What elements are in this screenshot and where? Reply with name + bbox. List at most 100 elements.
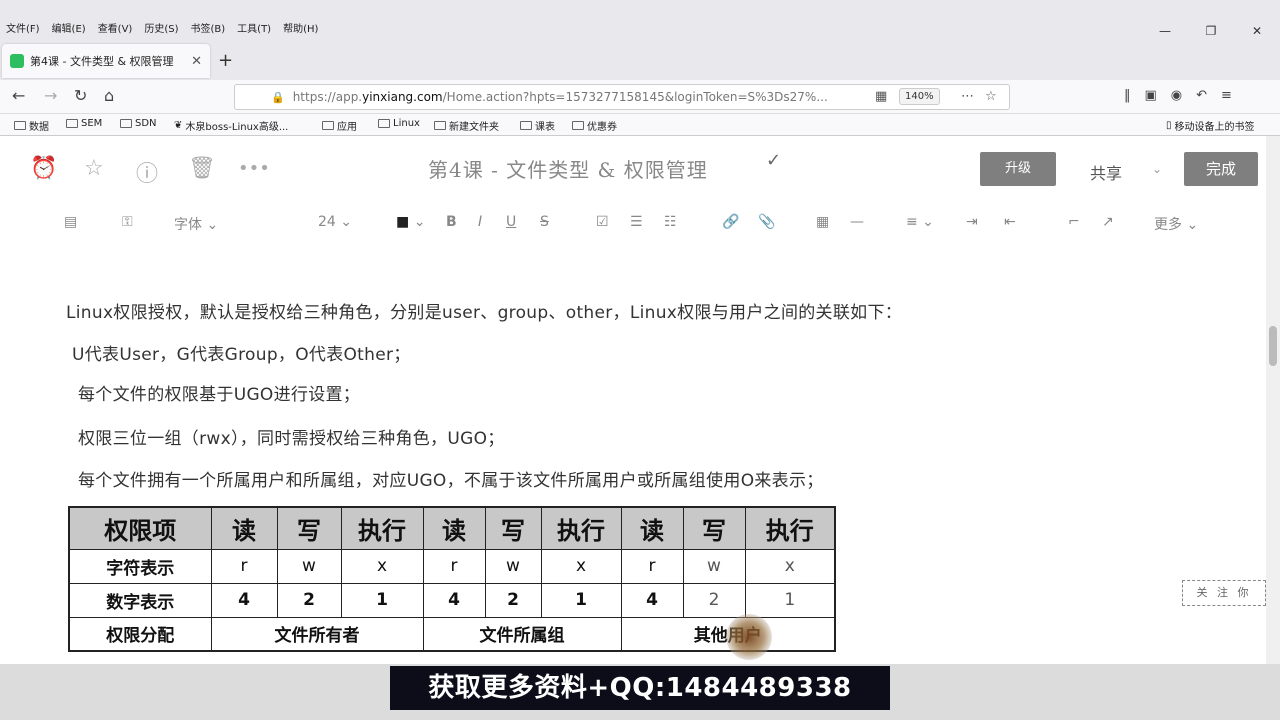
horizontal-rule-icon[interactable]: — bbox=[850, 214, 864, 230]
share-dropdown-icon[interactable]: ⌄ bbox=[1152, 162, 1162, 176]
font-family-select[interactable]: 字体 ⌄ bbox=[174, 214, 218, 234]
bookmark-label: 课表 bbox=[535, 122, 555, 133]
library-icon[interactable]: ‖ bbox=[1124, 88, 1131, 103]
shortcut-star-icon[interactable]: ☆ bbox=[84, 156, 104, 181]
minimize-button[interactable]: — bbox=[1142, 24, 1188, 38]
table-header-cell: 读 bbox=[620, 506, 684, 550]
table-cell: w bbox=[682, 548, 746, 584]
toolbar-right: ‖ ▣ ◉ ↶ ≡ bbox=[1124, 88, 1232, 103]
subscript-icon[interactable]: ⌐ bbox=[1068, 214, 1080, 230]
menu-history[interactable]: 历史(S) bbox=[144, 20, 178, 35]
back-icon[interactable]: ← bbox=[12, 86, 25, 105]
share-button[interactable]: 共享 bbox=[1090, 160, 1122, 184]
permission-table: 权限项 读 写 执行 读 写 执行 读 写 执行 字符表示 r w x r w … bbox=[68, 506, 836, 652]
table-cell: 4 bbox=[210, 582, 278, 618]
menu-edit[interactable]: 编辑(E) bbox=[52, 20, 86, 35]
menu-help[interactable]: 帮助(H) bbox=[283, 20, 318, 35]
underline-icon[interactable]: U bbox=[506, 214, 516, 230]
attach-icon[interactable]: 📎 bbox=[758, 214, 775, 230]
bookmark-label: 应用 bbox=[337, 122, 357, 133]
window-controls: — ❐ ✕ bbox=[1142, 24, 1280, 38]
reminder-icon[interactable]: ⏰ bbox=[30, 156, 57, 181]
italic-icon[interactable]: I bbox=[478, 214, 482, 230]
menu-view[interactable]: 查看(V) bbox=[98, 20, 133, 35]
attachment-lock-icon[interactable]: ⚿ bbox=[122, 214, 133, 230]
font-size-select[interactable]: 24 ⌄ bbox=[318, 214, 352, 230]
menu-bar: 文件(F) 编辑(E) 查看(V) 历史(S) 书签(B) 工具(T) 帮助(H… bbox=[0, 0, 1280, 42]
note-title[interactable]: 第4课 - 文件类型 & 权限管理 bbox=[428, 154, 708, 183]
sidebar-icon[interactable]: ▣ bbox=[1145, 88, 1157, 103]
strikethrough-icon[interactable]: S bbox=[540, 214, 549, 230]
tab-note[interactable]: 第4课 - 文件类型 & 权限管理 ✕ bbox=[2, 44, 210, 78]
forward-icon[interactable]: → bbox=[44, 86, 57, 105]
menu-bookmarks[interactable]: 书签(B) bbox=[191, 20, 226, 35]
bullet-list-icon[interactable]: ☰ bbox=[630, 214, 643, 230]
account-icon[interactable]: ◉ bbox=[1171, 88, 1182, 103]
menu-tools[interactable]: 工具(T) bbox=[237, 20, 271, 35]
reload-icon[interactable]: ↻ bbox=[74, 86, 87, 105]
mobile-bookmarks-label: 移动设备上的书签 bbox=[1174, 122, 1255, 133]
table-cell: x bbox=[744, 548, 836, 584]
template-icon[interactable]: ▤ bbox=[64, 214, 77, 230]
folder-icon bbox=[520, 121, 532, 130]
evernote-favicon-icon bbox=[10, 54, 24, 68]
table-header-cell: 写 bbox=[682, 506, 746, 550]
bookmark-item[interactable]: 新建文件夹 bbox=[434, 118, 499, 133]
upgrade-button[interactable]: 升级 bbox=[980, 152, 1056, 186]
link-icon[interactable]: 🔗 bbox=[722, 214, 739, 230]
note-toolbar: ⏰ ☆ ⓘ 🗑 ••• 第4课 - 文件类型 & 权限管理 ✓ 升级 共享 ⌄ … bbox=[0, 136, 1266, 200]
tab-close-icon[interactable]: ✕ bbox=[191, 54, 202, 69]
align-icon[interactable]: ≡ ⌄ bbox=[906, 214, 934, 230]
undo-icon[interactable]: ↶ bbox=[1196, 88, 1207, 103]
address-bar[interactable]: 🔒 https://app. yinxiang.com/Home.action?h… bbox=[234, 84, 1010, 110]
page-actions-icon[interactable]: ⋯ bbox=[961, 89, 974, 104]
superscript-icon[interactable]: ↗ bbox=[1102, 214, 1114, 230]
menu-file[interactable]: 文件(F) bbox=[6, 20, 40, 35]
bold-icon[interactable]: B bbox=[446, 214, 457, 230]
bookmark-item[interactable]: SEM bbox=[66, 118, 102, 129]
table-header-row: 权限项 读 写 执行 读 写 执行 读 写 执行 bbox=[68, 506, 836, 550]
table-cell: 1 bbox=[340, 582, 424, 618]
restore-button[interactable]: ❐ bbox=[1188, 24, 1234, 38]
table-cell: 2 bbox=[682, 582, 746, 618]
more-options-icon[interactable]: ••• bbox=[238, 158, 270, 179]
bookmark-star-icon[interactable]: ☆ bbox=[985, 89, 997, 104]
tab-title: 第4课 - 文件类型 & 权限管理 bbox=[30, 55, 174, 68]
bookmark-label: 优惠券 bbox=[587, 122, 617, 133]
table-header-cell: 写 bbox=[276, 506, 342, 550]
table-header-cell: 执行 bbox=[744, 506, 836, 550]
outdent-icon[interactable]: ⇤ bbox=[1004, 214, 1016, 230]
table-icon[interactable]: ▦ bbox=[816, 214, 829, 230]
bookmark-item[interactable]: SDN bbox=[120, 118, 157, 129]
leaf-icon: ❦ bbox=[174, 120, 183, 131]
folder-icon bbox=[572, 121, 584, 130]
bookmark-item[interactable]: 课表 bbox=[520, 118, 555, 133]
bookmark-item[interactable]: 应用 bbox=[322, 118, 357, 133]
url-host: yinxiang.com bbox=[362, 90, 443, 104]
bookmark-item[interactable]: 数据 bbox=[14, 118, 49, 133]
mobile-bookmarks[interactable]: ▯ 移动设备上的书签 bbox=[1166, 118, 1255, 133]
zoom-level[interactable]: 140% bbox=[899, 88, 940, 105]
vertical-scrollbar[interactable] bbox=[1266, 136, 1280, 664]
bookmark-item[interactable]: 优惠券 bbox=[572, 118, 617, 133]
indent-icon[interactable]: ⇥ bbox=[966, 214, 978, 230]
close-window-button[interactable]: ✕ bbox=[1234, 24, 1280, 38]
table-cell: w bbox=[484, 548, 542, 584]
home-icon[interactable]: ⌂ bbox=[104, 86, 114, 105]
more-format-button[interactable]: 更多 ⌄ bbox=[1154, 214, 1198, 234]
text-color-icon[interactable]: ■ ⌄ bbox=[396, 214, 425, 230]
menu-hamburger-icon[interactable]: ≡ bbox=[1221, 88, 1232, 103]
bookmarks-bar: 数据 SEM SDN ❦ 木泉boss-Linux高级... 应用 Linux 新… bbox=[0, 114, 1280, 136]
numbered-list-icon[interactable]: ☷ bbox=[664, 214, 677, 230]
done-button[interactable]: 完成 bbox=[1184, 152, 1258, 186]
note-body[interactable]: Linux权限授权，默认是授权给三种角色，分别是user、group、other… bbox=[0, 244, 1266, 664]
new-tab-button[interactable]: + bbox=[218, 50, 233, 71]
qr-code-icon[interactable]: ▦ bbox=[875, 89, 887, 104]
trash-icon[interactable]: 🗑 bbox=[188, 156, 216, 181]
checkbox-icon[interactable]: ☑ bbox=[596, 214, 609, 230]
bookmark-item[interactable]: ❦ 木泉boss-Linux高级... bbox=[174, 118, 288, 133]
scrollbar-thumb[interactable] bbox=[1269, 326, 1277, 366]
info-icon[interactable]: ⓘ bbox=[136, 156, 158, 188]
paragraph: 每个文件拥有一个所属用户和所属组，对应UGO，不属于该文件所属用户或所属组使用O… bbox=[78, 471, 824, 491]
bookmark-item[interactable]: Linux bbox=[378, 118, 420, 129]
